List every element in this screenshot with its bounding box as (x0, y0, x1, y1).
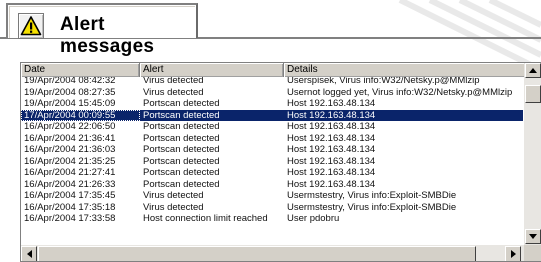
cell-date: 16/Apr/2004 21:26:33 (24, 178, 116, 190)
scroll-up-button[interactable] (525, 63, 541, 78)
cell-date: 16/Apr/2004 17:33:58 (24, 213, 116, 224)
cell-details: Host 192.163.48.134 (287, 98, 376, 109)
alert-list[interactable]: 19/Apr/2004 08:42:32 Virus detected Usersp… (20, 62, 541, 262)
table-row[interactable]: 16/Apr/2004 22:06:50 Portscan detected Hos… (21, 121, 523, 133)
list-header: Date Alert Details (21, 63, 541, 77)
cell-alert: Portscan detected (143, 109, 220, 121)
cell-alert: Virus detected (143, 190, 204, 201)
cell-alert: Virus detected (143, 201, 204, 213)
horizontal-scrollbar[interactable] (21, 245, 524, 261)
cell-details: Host 192.163.48.134 (287, 178, 376, 190)
table-row[interactable]: 16/Apr/2004 21:26:33 Portscan detected Hos… (21, 179, 523, 191)
cell-date: 16/Apr/2004 21:36:41 (24, 132, 116, 144)
cell-date: 16/Apr/2004 22:06:50 (24, 121, 116, 132)
column-header-date[interactable]: Date (21, 63, 140, 77)
table-row[interactable]: 16/Apr/2004 21:36:41 Portscan detected Hos… (21, 133, 523, 145)
cell-date: 16/Apr/2004 21:35:25 (24, 155, 116, 167)
header-tab: Alert messages (6, 3, 198, 57)
table-row[interactable]: 17/Apr/2004 00:09:55 Portscan detected Hos… (21, 109, 523, 121)
table-row[interactable]: 16/Apr/2004 17:33:58 Host connection limi… (21, 213, 523, 225)
scroll-right-button[interactable] (505, 246, 521, 261)
table-row[interactable]: 16/Apr/2004 17:35:45 Virus detected Userms… (21, 190, 523, 202)
cell-date: 17/Apr/2004 00:09:55 (21, 109, 140, 121)
cell-details: Usernot logged yet, Virus info:W32/Netsk… (287, 86, 513, 98)
cell-date: 16/Apr/2004 17:35:18 (24, 201, 116, 213)
column-header-alert[interactable]: Alert (140, 63, 284, 77)
warning-icon (18, 13, 44, 39)
cell-date: 16/Apr/2004 21:36:03 (24, 144, 116, 155)
cell-details: Usermstestry, Virus info:Exploit-SMBDie (287, 201, 457, 213)
table-row[interactable]: 19/Apr/2004 08:27:35 Virus detected Userno… (21, 87, 523, 99)
cell-alert: Portscan detected (143, 155, 220, 167)
cell-alert: Portscan detected (143, 121, 220, 132)
cell-alert: Portscan detected (143, 98, 220, 109)
cell-details: Host 192.163.48.134 (287, 109, 376, 121)
cell-details: Host 192.163.48.134 (287, 132, 376, 144)
cell-date: 16/Apr/2004 17:35:45 (24, 190, 116, 201)
table-row[interactable]: 16/Apr/2004 21:35:25 Portscan detected Hos… (21, 156, 523, 168)
cell-alert: Portscan detected (143, 167, 220, 178)
table-row[interactable]: 16/Apr/2004 17:35:18 Virus detected Userms… (21, 202, 523, 214)
table-row[interactable]: 19/Apr/2004 15:45:09 Portscan detected Hos… (21, 98, 523, 110)
cell-date: 19/Apr/2004 15:45:09 (24, 98, 116, 109)
cell-date: 16/Apr/2004 21:27:41 (24, 167, 116, 178)
cell-alert: Portscan detected (143, 144, 220, 155)
scroll-left-button[interactable] (21, 246, 37, 261)
cell-alert: Portscan detected (143, 178, 220, 190)
cell-alert: Virus detected (143, 86, 204, 98)
cell-details: Usermstestry, Virus info:Exploit-SMBDie (287, 190, 457, 201)
cell-alert: Portscan detected (143, 132, 220, 144)
cell-details: Host 192.163.48.134 (287, 144, 376, 155)
table-row[interactable]: 16/Apr/2004 21:36:03 Portscan detected Hos… (21, 144, 523, 156)
vertical-scroll-thumb[interactable] (525, 85, 541, 103)
page-title: Alert messages (60, 14, 155, 57)
cell-details: Host 192.163.48.134 (287, 121, 376, 132)
arrow-left-icon (26, 250, 32, 258)
scrollbar-corner (524, 245, 541, 261)
cell-date: 19/Apr/2004 08:27:35 (24, 86, 116, 98)
alert-rows[interactable]: 19/Apr/2004 08:42:32 Virus detected Usersp… (21, 75, 523, 243)
arrow-right-icon (510, 250, 516, 258)
column-header-details[interactable]: Details (284, 63, 541, 77)
cell-details: Host 192.163.48.134 (287, 155, 376, 167)
arrow-up-icon (529, 68, 537, 73)
arrow-down-icon (529, 234, 537, 239)
cell-alert: Host connection limit reached (143, 213, 268, 224)
vertical-scrollbar[interactable] (524, 63, 541, 245)
horizontal-scroll-thumb[interactable] (38, 246, 476, 261)
cell-details: Host 192.163.48.134 (287, 167, 376, 178)
scroll-down-button[interactable] (525, 229, 541, 244)
table-row[interactable]: 16/Apr/2004 21:27:41 Portscan detected Hos… (21, 167, 523, 179)
cell-details: User pdobru (287, 213, 340, 224)
